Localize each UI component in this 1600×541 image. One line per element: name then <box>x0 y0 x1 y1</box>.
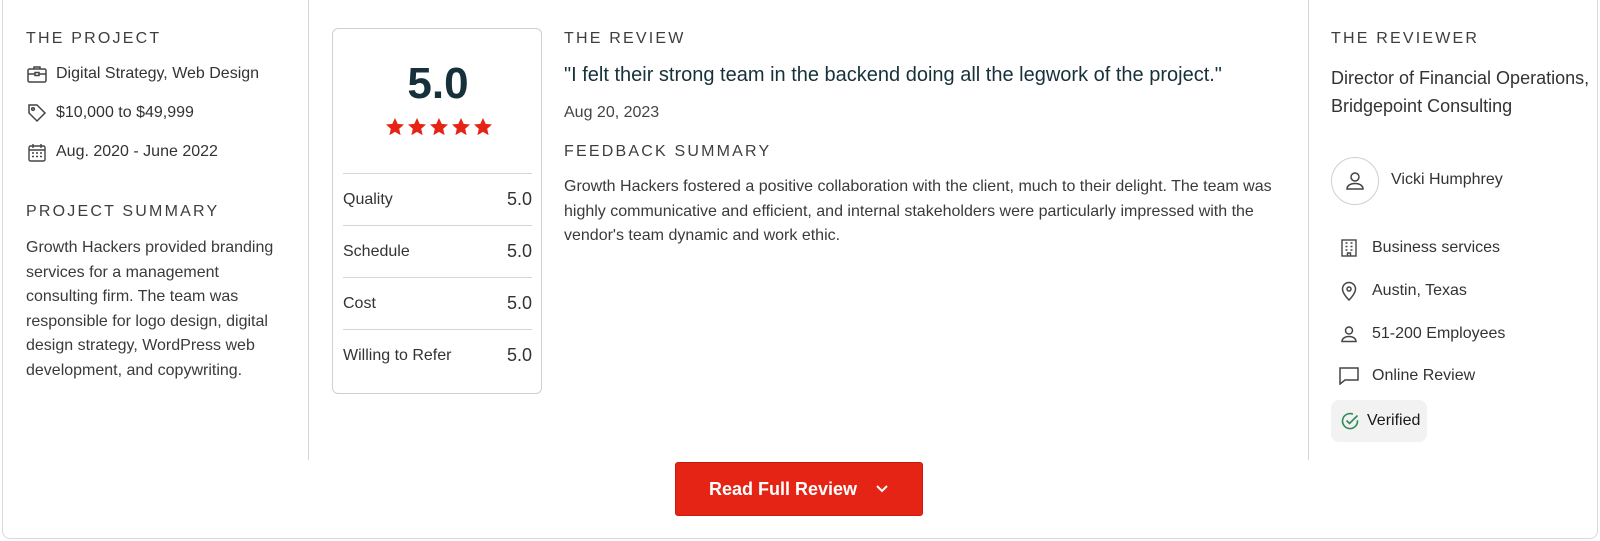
rating-box: 5.0 Quality 5.0 Schedule 5.0 Cost 5.0 Wi… <box>332 28 542 394</box>
star-icon <box>474 118 492 136</box>
project-budget: $10,000 to $49,999 <box>26 102 194 124</box>
project-summary-heading: PROJECT SUMMARY <box>26 203 220 220</box>
rating-label: Schedule <box>343 242 410 260</box>
feedback-summary-text: Growth Hackers fostered a positive colla… <box>564 178 1272 244</box>
overall-score: 5.0 <box>407 59 469 108</box>
reviewer-company-size-text: 51-200 Employees <box>1372 325 1506 342</box>
reviewer-review-type-text: Online Review <box>1372 367 1476 384</box>
reviewer-industry-text: Business services <box>1372 239 1501 256</box>
review-quote: "I felt their strong team in the backend… <box>564 64 1222 86</box>
project-service: Digital Strategy, Web Design <box>26 63 259 85</box>
rating-label: Quality <box>343 190 393 208</box>
project-service-text: Digital Strategy, Web Design <box>56 65 260 82</box>
reviewer-location: Austin, Texas <box>1338 279 1467 303</box>
column-divider-right <box>1308 0 1309 460</box>
star-icon <box>452 118 470 136</box>
price-tag-icon <box>26 102 48 124</box>
verified-label: Verified <box>1367 412 1421 429</box>
star-icon <box>430 118 448 136</box>
read-full-review-button[interactable]: Read Full Review <box>675 462 923 516</box>
project-heading: THE PROJECT <box>26 30 162 47</box>
project-dates: Aug. 2020 - June 2022 <box>26 141 218 163</box>
star-rating <box>385 117 493 137</box>
chevron-down-icon <box>876 485 888 493</box>
star-icon <box>408 118 426 136</box>
star-icon <box>386 118 404 136</box>
reviewer-heading: THE REVIEWER <box>1331 30 1480 47</box>
person-icon <box>1338 323 1360 345</box>
project-summary-text: Growth Hackers provided branding service… <box>26 239 274 379</box>
rating-label: Willing to Refer <box>343 346 452 364</box>
avatar <box>1331 157 1379 205</box>
rating-label: Cost <box>343 294 376 312</box>
briefcase-icon <box>26 63 48 85</box>
feedback-summary-heading: FEEDBACK SUMMARY <box>564 143 772 160</box>
building-icon <box>1338 237 1360 259</box>
project-budget-text: $10,000 to $49,999 <box>56 104 194 121</box>
chat-bubble-icon <box>1338 365 1360 387</box>
reviewer-industry: Business services <box>1338 236 1500 260</box>
project-dates-text: Aug. 2020 - June 2022 <box>56 143 218 160</box>
column-divider-left <box>308 0 309 460</box>
rating-value: 5.0 <box>506 241 532 261</box>
rating-row-schedule: Schedule 5.0 <box>343 225 532 277</box>
review-date: Aug 20, 2023 <box>564 104 660 121</box>
rating-row-willing-to-refer: Willing to Refer 5.0 <box>343 329 532 381</box>
reviewer-review-type: Online Review <box>1338 364 1475 388</box>
rating-value: 5.0 <box>506 345 532 365</box>
reviewer-location-text: Austin, Texas <box>1372 282 1467 299</box>
reviewer-job-title: Director of Financial Operations, Bridge… <box>1331 68 1590 116</box>
check-circle-icon <box>1339 410 1361 432</box>
verified-badge: Verified <box>1331 400 1427 442</box>
user-icon <box>1346 172 1364 190</box>
rating-value: 5.0 <box>506 189 532 209</box>
rating-value: 5.0 <box>506 293 532 313</box>
reviewer-company-size: 51-200 Employees <box>1338 322 1505 346</box>
read-full-review-label: Read Full Review <box>708 478 858 499</box>
calendar-icon <box>26 141 48 163</box>
review-heading: THE REVIEW <box>564 30 686 47</box>
map-pin-icon <box>1338 280 1360 302</box>
rating-row-quality: Quality 5.0 <box>343 173 532 225</box>
rating-row-cost: Cost 5.0 <box>343 277 532 329</box>
reviewer-name: Vicki Humphrey <box>1391 171 1503 188</box>
